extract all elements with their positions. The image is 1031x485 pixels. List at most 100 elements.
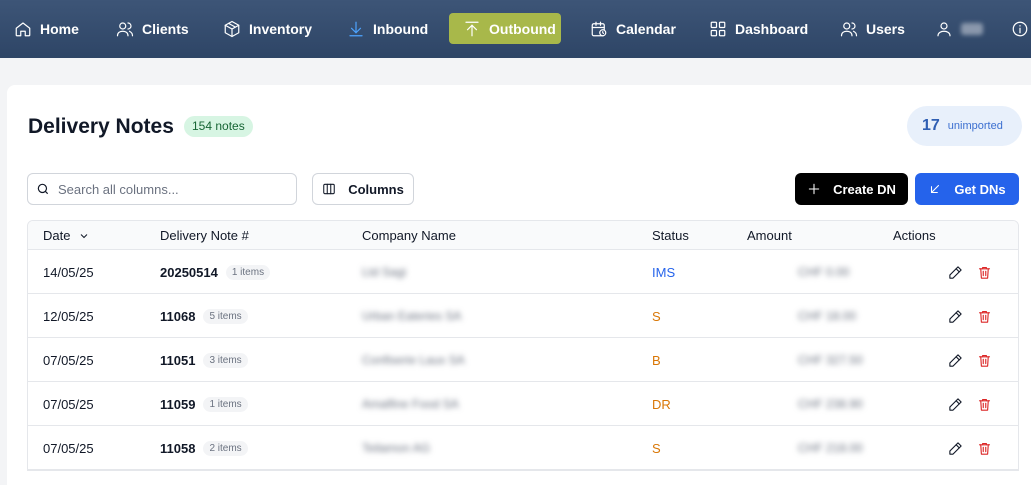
column-header-company[interactable]: Company Name: [362, 221, 456, 250]
search-box: [27, 173, 297, 205]
dashboard-icon: [710, 21, 726, 37]
items-badge: 5 items: [203, 308, 248, 324]
users-icon: [116, 22, 134, 37]
column-header-label: Status: [652, 228, 689, 243]
status-text: B: [652, 352, 661, 368]
amount-redacted: CHF 327.50: [798, 353, 863, 367]
amount-cell: CHF 327.50: [798, 338, 863, 382]
arrow-down-to-line-icon: [349, 21, 363, 37]
trash-icon[interactable]: [977, 309, 992, 324]
box-icon: [224, 20, 240, 38]
nav-calendar[interactable]: Calendar: [580, 13, 686, 45]
nav-user-account[interactable]: [925, 13, 993, 45]
status-cell: S: [652, 426, 661, 470]
edit-pencil-icon[interactable]: [948, 441, 963, 456]
company-name-redacted: Confiserie Laux SA: [362, 353, 465, 367]
company-cell: Ltd Sagi: [362, 250, 406, 294]
company-name-redacted: Urban Eateries SA: [362, 309, 462, 323]
delivery-notes-card: Delivery Notes 154 notes 17 unimported C…: [7, 85, 1031, 485]
page-title: Delivery Notes: [28, 115, 174, 138]
trash-icon[interactable]: [977, 397, 992, 412]
table-row[interactable]: 14/05/25 20250514 1 items Ltd Sagi IMS CH…: [28, 250, 1018, 294]
table-row[interactable]: 07/05/25 11051 3 items Confiserie Laux SA…: [28, 338, 1018, 382]
table-row[interactable]: 07/05/25 11059 1 items Amalfine Food SA D…: [28, 382, 1018, 426]
column-header-delivery-note[interactable]: Delivery Note #: [160, 221, 249, 250]
company-name-redacted: Teilamon AG: [362, 441, 431, 455]
amount-cell: CHF 218.00: [798, 426, 863, 470]
amount-cell: CHF 238.90: [798, 382, 863, 426]
trash-icon[interactable]: [977, 353, 992, 368]
column-header-label: Amount: [747, 228, 792, 243]
create-dn-button[interactable]: Create DN: [795, 173, 908, 205]
nav-users[interactable]: Users: [830, 13, 915, 45]
delivery-notes-table: Date Delivery Note # Company Name Status…: [27, 220, 1019, 471]
status-cell: DR: [652, 382, 671, 426]
actions-cell: [948, 426, 992, 470]
calendar-clock-icon: [591, 21, 607, 37]
nav-dashboard[interactable]: Dashboard: [699, 13, 818, 45]
nav-inbound[interactable]: Inbound: [337, 13, 438, 45]
user-name-redacted: [961, 23, 983, 35]
user-icon: [937, 22, 951, 37]
company-cell: Urban Eateries SA: [362, 294, 461, 338]
delivery-note-cell: 20250514 1 items: [160, 250, 271, 294]
company-cell: Amalfine Food SA: [362, 382, 459, 426]
edit-pencil-icon[interactable]: [948, 397, 963, 412]
status-cell: S: [652, 294, 661, 338]
status-cell: IMS: [652, 250, 675, 294]
delivery-note-number[interactable]: 11059: [160, 397, 195, 412]
info-button[interactable]: [1001, 13, 1031, 45]
column-header-date[interactable]: Date: [43, 221, 90, 250]
columns-button[interactable]: Columns: [312, 173, 414, 205]
amount-cell: CHF 0.00: [798, 250, 849, 294]
delivery-note-cell: 11058 2 items: [160, 426, 248, 470]
info-icon: [1012, 21, 1028, 37]
edit-pencil-icon[interactable]: [948, 309, 963, 324]
amount-redacted: CHF 218.00: [798, 441, 863, 455]
nav-home[interactable]: Home: [4, 13, 89, 45]
get-dns-button[interactable]: Get DNs: [915, 173, 1019, 205]
actions-cell: [948, 250, 992, 294]
columns-button-label: Columns: [348, 181, 404, 197]
trash-icon[interactable]: [977, 441, 992, 456]
company-cell: Confiserie Laux SA: [362, 338, 465, 382]
items-badge: 2 items: [203, 440, 248, 456]
delivery-note-number[interactable]: 20250514: [160, 265, 218, 280]
date-cell: 07/05/25: [43, 440, 94, 456]
column-header-amount[interactable]: Amount: [747, 221, 792, 250]
edit-pencil-icon[interactable]: [948, 265, 963, 280]
home-icon: [15, 22, 31, 37]
unimported-badge[interactable]: 17 unimported: [907, 106, 1022, 146]
date-cell: 12/05/25: [43, 308, 94, 324]
delivery-note-cell: 11051 3 items: [160, 338, 248, 382]
nav-inbound-label: Inbound: [373, 21, 429, 37]
nav-clients[interactable]: Clients: [106, 13, 199, 45]
actions-cell: [948, 294, 992, 338]
search-input[interactable]: [58, 181, 278, 197]
table-row[interactable]: 07/05/25 11058 2 items Teilamon AG S CHF …: [28, 426, 1018, 470]
date-cell: 14/05/25: [43, 264, 94, 280]
delivery-note-number[interactable]: 11051: [160, 353, 195, 368]
nav-dashboard-label: Dashboard: [735, 21, 809, 37]
edit-pencil-icon[interactable]: [948, 353, 963, 368]
delivery-note-cell: 11068 5 items: [160, 294, 248, 338]
table-header: Date Delivery Note # Company Name Status…: [28, 221, 1018, 250]
nav-outbound[interactable]: Outbound: [449, 13, 561, 44]
get-dns-label: Get DNs: [954, 181, 1006, 197]
table-row[interactable]: 12/05/25 11068 5 items Urban Eateries SA …: [28, 294, 1018, 338]
search-icon: [37, 183, 49, 195]
column-header-label: Delivery Note #: [160, 228, 249, 243]
nav-users-label: Users: [866, 21, 905, 37]
users-icon: [840, 22, 858, 37]
date-cell: 07/05/25: [43, 396, 94, 412]
status-text: DR: [652, 396, 671, 412]
column-header-status[interactable]: Status: [652, 221, 689, 250]
nav-inventory[interactable]: Inventory: [213, 13, 322, 45]
status-text: S: [652, 440, 661, 456]
unimported-count: 17: [922, 117, 940, 134]
status-text: S: [652, 308, 661, 324]
trash-icon[interactable]: [977, 265, 992, 280]
unimported-label: unimported: [947, 120, 1003, 132]
delivery-note-number[interactable]: 11058: [160, 441, 195, 456]
delivery-note-number[interactable]: 11068: [160, 309, 195, 324]
